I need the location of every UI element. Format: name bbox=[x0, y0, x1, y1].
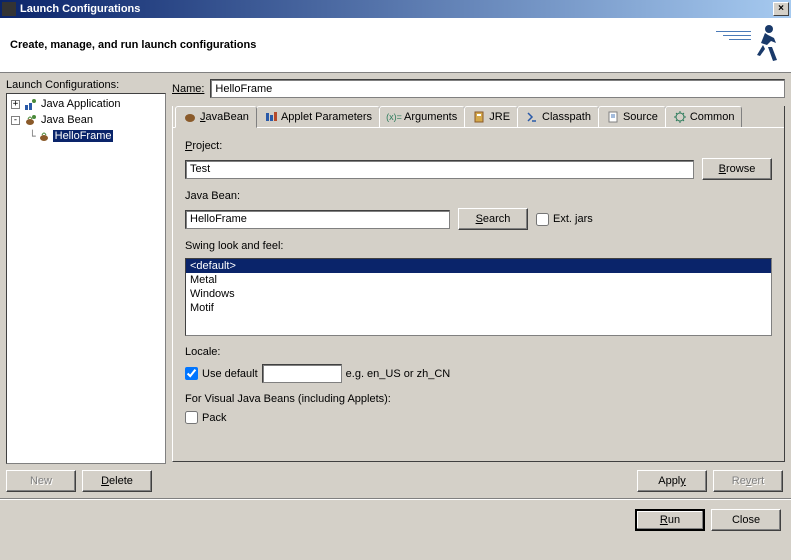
tab-label: Classpath bbox=[542, 111, 591, 123]
javabean-label: Java Bean: bbox=[185, 190, 772, 202]
tree-item-hello-frame[interactable]: └ HelloFrame bbox=[9, 128, 163, 144]
pack-checkbox[interactable] bbox=[185, 411, 198, 424]
source-icon bbox=[606, 110, 620, 124]
tab-label: Common bbox=[690, 111, 735, 123]
expand-icon[interactable]: + bbox=[11, 100, 20, 109]
java-bean-icon bbox=[37, 129, 51, 143]
apply-button[interactable]: Apply bbox=[637, 470, 707, 492]
tab-label: Source bbox=[623, 111, 658, 123]
list-item[interactable]: Windows bbox=[186, 287, 771, 301]
runner-icon bbox=[733, 23, 781, 68]
pack-label: Pack bbox=[202, 412, 226, 424]
params-icon bbox=[264, 110, 278, 124]
tab-arguments[interactable]: (x)= Arguments bbox=[379, 106, 465, 127]
use-default-label: Use default bbox=[202, 368, 258, 380]
ext-jars-label: Ext. jars bbox=[553, 213, 593, 225]
window-title: Launch Configurations bbox=[20, 3, 773, 15]
java-app-icon bbox=[23, 97, 37, 111]
tab-classpath[interactable]: Classpath bbox=[517, 106, 599, 127]
locale-input[interactable] bbox=[262, 364, 342, 383]
new-button[interactable]: New bbox=[6, 470, 76, 492]
locale-label: Locale: bbox=[185, 346, 772, 358]
search-button[interactable]: Search bbox=[458, 208, 528, 230]
list-item[interactable]: Metal bbox=[186, 273, 771, 287]
tab-panel: Project: Browse Java Bean: Search Ext. j… bbox=[173, 127, 784, 461]
titlebar: Launch Configurations × bbox=[0, 0, 791, 18]
tab-javabean[interactable]: JavaBean bbox=[175, 106, 257, 128]
app-icon bbox=[2, 2, 16, 16]
jre-icon bbox=[472, 110, 486, 124]
tree-label: Launch Configurations: bbox=[6, 79, 166, 91]
tab-jre[interactable]: JRE bbox=[464, 106, 518, 127]
browse-button[interactable]: Browse bbox=[702, 158, 772, 180]
banner: Create, manage, and run launch configura… bbox=[0, 18, 791, 73]
tab-label: Applet Parameters bbox=[281, 111, 372, 123]
tree-item-label: Java Bean bbox=[39, 114, 95, 126]
bean-icon bbox=[183, 110, 197, 124]
tabs: JavaBean Applet Parameters (x)= Argument… bbox=[173, 106, 784, 127]
tree-connector: └ bbox=[29, 130, 35, 143]
tab-label: JRE bbox=[489, 111, 510, 123]
delete-button[interactable]: Delete bbox=[82, 470, 152, 492]
tree-item-label: HelloFrame bbox=[53, 130, 114, 142]
tab-common[interactable]: Common bbox=[665, 106, 743, 127]
common-icon bbox=[673, 110, 687, 124]
tree-item-java-bean[interactable]: - Java Bean bbox=[9, 112, 163, 128]
name-input[interactable] bbox=[210, 79, 785, 98]
list-item[interactable]: Motif bbox=[186, 301, 771, 315]
collapse-icon[interactable]: - bbox=[11, 116, 20, 125]
tab-source[interactable]: Source bbox=[598, 106, 666, 127]
banner-text: Create, manage, and run launch configura… bbox=[10, 39, 733, 51]
project-label: Project: bbox=[185, 140, 772, 152]
ext-jars-checkbox[interactable] bbox=[536, 213, 549, 226]
locale-hint: e.g. en_US or zh_CN bbox=[346, 368, 451, 380]
tab-applet[interactable]: Applet Parameters bbox=[256, 106, 380, 127]
java-bean-icon bbox=[23, 113, 37, 127]
tab-label: JavaBean bbox=[200, 111, 249, 123]
classpath-icon bbox=[525, 110, 539, 124]
revert-button[interactable]: Revert bbox=[713, 470, 783, 492]
javabean-input[interactable] bbox=[185, 210, 450, 229]
swing-listbox[interactable]: <default> Metal Windows Motif bbox=[185, 258, 772, 336]
swing-label: Swing look and feel: bbox=[185, 240, 772, 252]
project-input[interactable] bbox=[185, 160, 694, 179]
tree-item-java-app[interactable]: + Java Application bbox=[9, 96, 163, 112]
visual-label: For Visual Java Beans (including Applets… bbox=[185, 393, 772, 405]
close-button[interactable]: Close bbox=[711, 509, 781, 531]
tree-item-label: Java Application bbox=[39, 98, 123, 110]
list-item[interactable]: <default> bbox=[186, 259, 771, 273]
name-label: Name: bbox=[172, 83, 204, 95]
use-default-checkbox[interactable] bbox=[185, 367, 198, 380]
run-button[interactable]: Run bbox=[635, 509, 705, 531]
close-icon[interactable]: × bbox=[773, 2, 789, 16]
config-tree[interactable]: + Java Application - Java Bean └ HelloFr… bbox=[6, 93, 166, 464]
args-icon: (x)= bbox=[387, 110, 401, 124]
tab-label: Arguments bbox=[404, 111, 457, 123]
